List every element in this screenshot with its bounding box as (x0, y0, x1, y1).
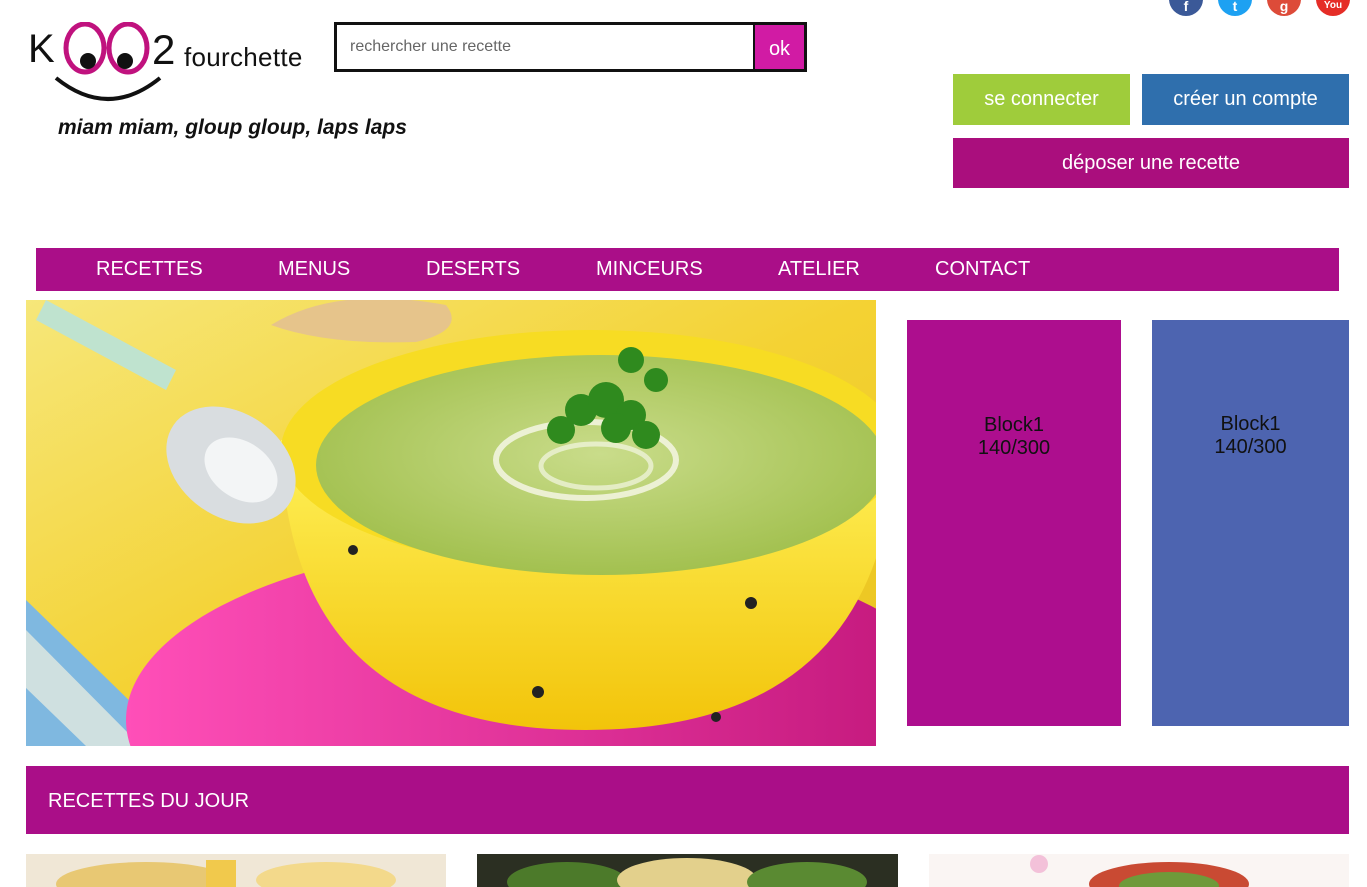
recipe-thumbnail[interactable] (477, 854, 898, 887)
nav-item-minceurs[interactable]: MINCEURS (596, 258, 703, 281)
block-title: Block1 (983, 414, 1045, 436)
nav-item-atelier[interactable]: ATELIER (778, 258, 860, 281)
main-nav: RECETTES MENUS DESERTS MINCEURS ATELIER … (36, 248, 1339, 291)
logo-text: fourchette (184, 42, 303, 72)
soup-bowl-image (26, 300, 876, 746)
search-input[interactable] (337, 25, 755, 69)
block-size: 140/300 (977, 437, 1051, 459)
recipe-image (929, 854, 1349, 887)
hero-image[interactable] (26, 300, 876, 746)
tagline: miam miam, gloup gloup, laps laps (58, 116, 407, 139)
recipe-thumbnail[interactable] (929, 854, 1349, 887)
svg-text:2: 2 (152, 26, 175, 73)
search-button[interactable]: ok (755, 25, 804, 69)
svg-text:K: K (28, 27, 55, 71)
section-header-recettes-du-jour: RECETTES DU JOUR (26, 766, 1349, 834)
ad-block-1[interactable]: Block1 140/300 (907, 320, 1121, 726)
section-title: RECETTES DU JOUR (48, 790, 250, 812)
register-button[interactable]: créer un compte (1142, 74, 1349, 125)
youtube-icon[interactable]: You (1316, 0, 1350, 16)
recipe-thumbnail[interactable] (26, 854, 446, 887)
facebook-icon[interactable]: f (1169, 0, 1203, 16)
submit-recipe-button[interactable]: déposer une recette (953, 138, 1349, 188)
recipe-image (477, 854, 898, 887)
block-size: 140/300 (1214, 436, 1287, 458)
login-button[interactable]: se connecter (953, 74, 1130, 125)
search-form: ok (334, 22, 807, 72)
nav-item-menus[interactable]: MENUS (278, 258, 350, 281)
nav-item-contact[interactable]: CONTACT (935, 258, 1030, 281)
site-logo[interactable]: K 2 fourchette (28, 21, 328, 104)
recipe-image (26, 854, 446, 887)
ad-block-2[interactable]: Block1 140/300 (1152, 320, 1349, 726)
nav-item-recettes[interactable]: RECETTES (96, 258, 203, 281)
block-title: Block1 (1220, 413, 1281, 435)
google-plus-icon[interactable]: g (1267, 0, 1301, 16)
nav-item-deserts[interactable]: DESERTS (426, 258, 520, 281)
twitter-icon[interactable]: t (1218, 0, 1252, 16)
